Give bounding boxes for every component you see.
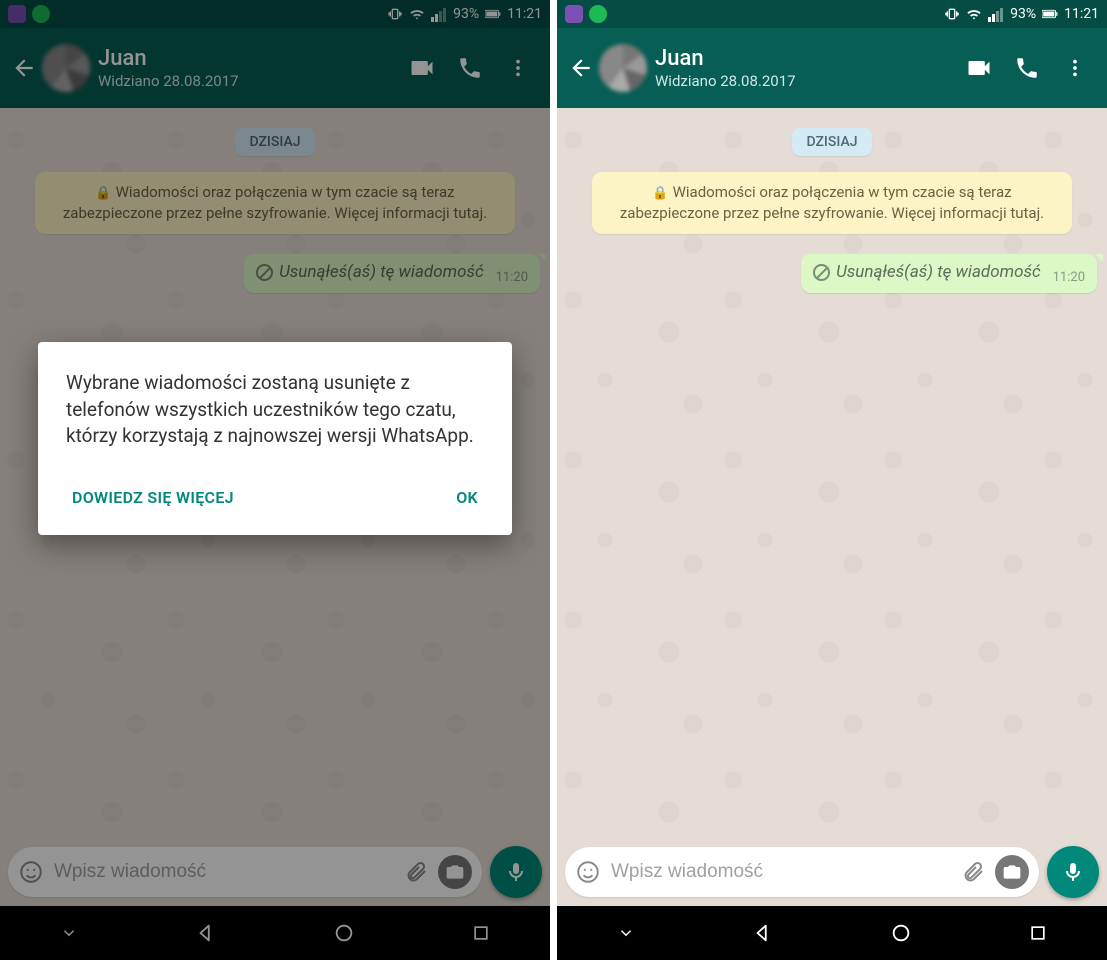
back-button[interactable] <box>565 48 597 88</box>
ok-button[interactable]: OK <box>450 480 484 515</box>
message-input-container <box>565 847 1039 897</box>
phone-right: 93% 11:21 Juan Widziano 28.08.2017 DZISI… <box>557 0 1107 960</box>
battery-percent: 93% <box>1010 6 1036 22</box>
date-separator: DZISIAJ <box>792 128 871 156</box>
nav-home-button[interactable] <box>871 917 931 949</box>
nav-recent-button[interactable] <box>1008 917 1068 949</box>
nav-back-button[interactable] <box>733 917 793 949</box>
vibrate-icon <box>944 6 960 22</box>
attach-icon[interactable] <box>961 860 985 884</box>
camera-icon[interactable] <box>995 855 1029 889</box>
outgoing-message[interactable]: Usunąłeś(aś) tę wiadomość 11:20 <box>801 254 1097 293</box>
delete-confirm-dialog: Wybrane wiadomości zostaną usunięte z te… <box>38 342 512 535</box>
phone-left: 93% 11:21 Juan Widziano 28.08.2017 DZISI… <box>0 0 550 960</box>
encryption-notice[interactable]: 🔒Wiadomości oraz połączenia w tym czacie… <box>592 172 1072 234</box>
video-call-button[interactable] <box>955 44 1003 92</box>
contact-last-seen: Widziano 28.08.2017 <box>655 72 955 90</box>
more-menu-button[interactable] <box>1051 44 1099 92</box>
clock-text: 11:21 <box>1064 6 1099 22</box>
emoji-icon[interactable] <box>575 859 601 885</box>
app-badge-icon <box>589 5 607 23</box>
contact-name: Juan <box>655 46 955 72</box>
mic-button[interactable] <box>1047 846 1099 898</box>
lock-icon: 🔒 <box>652 186 668 201</box>
learn-more-button[interactable]: DOWIEDZ SIĘ WIĘCEJ <box>66 480 240 515</box>
message-input[interactable] <box>611 861 951 883</box>
message-time: 11:20 <box>1053 270 1085 285</box>
signal-icon <box>988 6 1004 22</box>
wifi-icon <box>966 6 982 22</box>
chat-area: DZISIAJ 🔒Wiadomości oraz połączenia w ty… <box>557 108 1107 838</box>
prohibited-icon <box>813 264 830 281</box>
voice-call-button[interactable] <box>1003 44 1051 92</box>
battery-icon <box>1042 6 1058 22</box>
android-nav-bar <box>557 906 1107 960</box>
status-bar: 93% 11:21 <box>557 0 1107 28</box>
chat-header: Juan Widziano 28.08.2017 <box>557 28 1107 108</box>
avatar[interactable] <box>599 44 647 92</box>
app-badge-icon <box>565 5 583 23</box>
deleted-message-text: Usunąłeś(aś) tę wiadomość <box>813 262 1041 282</box>
nav-dropdown-button[interactable] <box>596 917 656 949</box>
input-bar <box>557 838 1107 906</box>
dialog-body-text: Wybrane wiadomości zostaną usunięte z te… <box>66 370 484 450</box>
contact-info[interactable]: Juan Widziano 28.08.2017 <box>655 46 955 90</box>
